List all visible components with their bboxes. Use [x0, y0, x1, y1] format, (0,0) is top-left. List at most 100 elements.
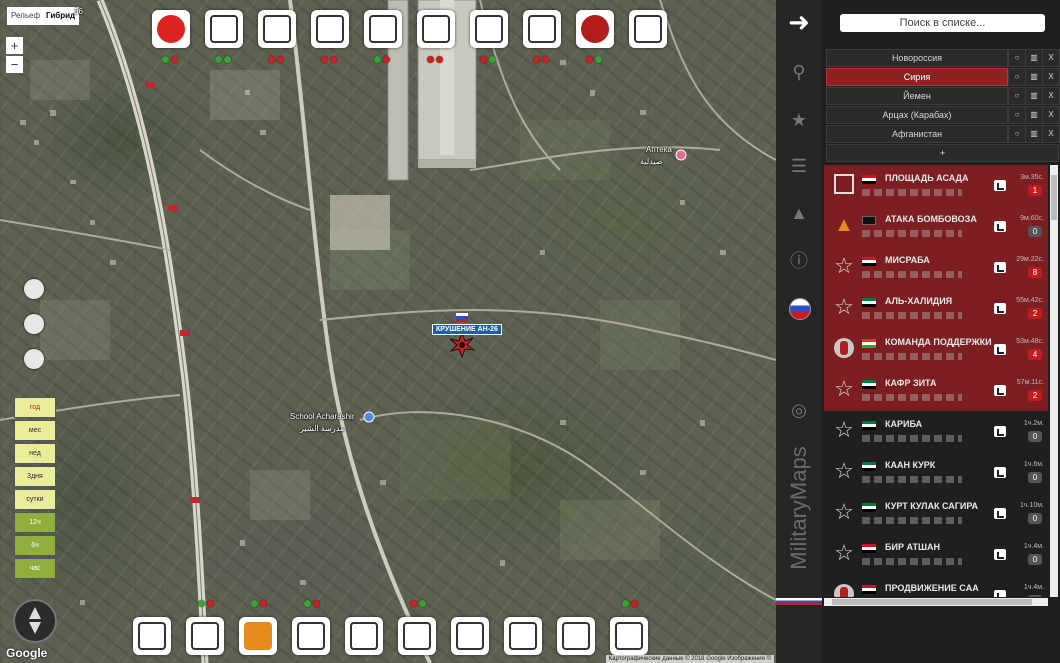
event-list-hscrollbar[interactable]	[824, 598, 1048, 606]
region-2[interactable]: Йемен	[826, 87, 1008, 105]
time-filter-3[interactable]: 3дня	[14, 466, 56, 487]
map-type-relief[interactable]: Рельеф	[7, 7, 45, 25]
corner-number: 36	[74, 7, 83, 16]
event-row[interactable]: ☆ КАРИБА 1ч.2м. 0	[824, 411, 1048, 452]
open-event-icon[interactable]	[994, 590, 1006, 597]
paratrooper-icon[interactable]	[364, 10, 402, 48]
rocket-launcher-icon[interactable]	[258, 10, 296, 48]
region-1[interactable]: Сирия	[826, 68, 1008, 86]
star-icon[interactable]	[186, 617, 224, 655]
arrow-right-icon[interactable]: ➜	[787, 9, 811, 35]
region-menu-button[interactable]: ▥	[1025, 87, 1043, 105]
warning-icon[interactable]	[610, 617, 648, 655]
region-remove-button[interactable]: X	[1042, 68, 1060, 86]
time-filter-7[interactable]: час	[14, 558, 56, 579]
russia-flag-icon[interactable]	[787, 296, 811, 320]
helicopter-icon[interactable]	[417, 10, 455, 48]
region-0[interactable]: Новороссия	[826, 49, 1008, 67]
open-event-icon[interactable]	[994, 180, 1006, 191]
region-remove-button[interactable]: X	[1042, 125, 1060, 143]
region-menu-button[interactable]: ▥	[1025, 106, 1043, 124]
event-row[interactable]: ☆ БИР АТШАН 1ч.4м. 0	[824, 534, 1048, 575]
mlrs-icon[interactable]	[523, 10, 561, 48]
info-icon[interactable]: ⓘ	[787, 249, 811, 273]
artillery-icon[interactable]	[311, 10, 349, 48]
explosion-icon[interactable]	[239, 617, 277, 655]
ruler-icon[interactable]	[398, 617, 436, 655]
field-patches	[30, 60, 680, 560]
frontline-icon[interactable]	[133, 617, 171, 655]
event-row[interactable]: ☆ МИСРАБА 29м.22с. 8	[824, 247, 1048, 288]
search-input[interactable]: Поиск в списке...	[840, 14, 1045, 32]
satellite-map[interactable]: Рельеф Гибрид 36 + − год мес нед 3дня сутки 1…	[0, 0, 776, 663]
biohazard-icon[interactable]	[504, 617, 542, 655]
region-visibility-toggle[interactable]: ○	[1008, 68, 1026, 86]
geolocate-icon[interactable]	[24, 279, 44, 299]
route-icon[interactable]	[292, 617, 330, 655]
region-menu-button[interactable]: ▥	[1025, 68, 1043, 86]
zoom-in-button[interactable]: +	[6, 37, 23, 54]
event-meta-icons	[862, 558, 962, 565]
hscrollbar-thumb[interactable]	[832, 599, 1032, 605]
medical-cross-icon[interactable]	[557, 617, 595, 655]
region-visibility-toggle[interactable]: ○	[1008, 125, 1026, 143]
settings-icon[interactable]	[24, 349, 44, 369]
event-row[interactable]: ☆ КАФР ЗИТА 57м.11с. 2	[824, 370, 1048, 411]
region-visibility-toggle[interactable]: ○	[1008, 87, 1026, 105]
time-filter-1[interactable]: мес	[14, 420, 56, 441]
scrollbar-thumb[interactable]	[1051, 175, 1057, 220]
open-event-icon[interactable]	[994, 385, 1006, 396]
event-row[interactable]: ☆ КААН КУРК 1ч.6м. 0	[824, 452, 1048, 493]
map-attribution[interactable]: Картографические данные © 2018 Google Из…	[605, 655, 774, 663]
target-icon[interactable]: ◎	[787, 398, 811, 422]
open-event-icon[interactable]	[994, 426, 1006, 437]
open-event-icon[interactable]	[994, 344, 1006, 355]
open-event-icon[interactable]	[994, 221, 1006, 232]
region-remove-button[interactable]: X	[1042, 49, 1060, 67]
event-row[interactable]: ☆ АЛЬ-ХАЛИДИЯ 55м.42с. 2	[824, 288, 1048, 329]
region-remove-button[interactable]: X	[1042, 87, 1060, 105]
time-filter-0[interactable]: год	[14, 397, 56, 418]
warship-icon[interactable]	[629, 10, 667, 48]
compass-icon[interactable]: ▲	[787, 201, 811, 225]
event-row[interactable]: ПЛОЩАДЬ АСАДА 3м.35с. 1	[824, 165, 1048, 206]
time-filter-5[interactable]: 12ч	[14, 512, 56, 533]
region-visibility-toggle[interactable]: ○	[1008, 106, 1026, 124]
armored-car-icon[interactable]	[205, 10, 243, 48]
event-row[interactable]: ПРОДВИЖЕНИЕ СAA 1ч.4м. 0	[824, 575, 1048, 597]
text-icon[interactable]	[451, 617, 489, 655]
status-lights	[268, 56, 284, 63]
sound-icon[interactable]	[24, 314, 44, 334]
blood-splat-icon[interactable]	[152, 10, 190, 48]
region-menu-button[interactable]: ▥	[1025, 125, 1043, 143]
zoom-out-button[interactable]: −	[6, 56, 23, 73]
open-event-icon[interactable]	[994, 262, 1006, 273]
open-event-icon[interactable]	[994, 467, 1006, 478]
time-filter-6[interactable]: 6ч	[14, 535, 56, 556]
round-icon	[834, 584, 854, 597]
list-icon[interactable]: ☰	[787, 154, 811, 178]
triangle-network-icon[interactable]	[345, 617, 383, 655]
region-3[interactable]: Арцах (Карабах)	[826, 106, 1008, 124]
star-icon[interactable]: ★	[787, 108, 811, 132]
event-row[interactable]: АТАКА БОМБОВОЗА 9м.60с. 0	[824, 206, 1048, 247]
region-visibility-toggle[interactable]: ○	[1008, 49, 1026, 67]
region-remove-button[interactable]: X	[1042, 106, 1060, 124]
soldier-icon[interactable]	[576, 10, 614, 48]
comment-count-badge: 2	[1028, 308, 1042, 319]
compass-control[interactable]	[13, 599, 57, 643]
time-filter-2[interactable]: нед	[14, 443, 56, 464]
open-event-icon[interactable]	[994, 549, 1006, 560]
add-region-button[interactable]: +	[826, 144, 1059, 162]
open-event-icon[interactable]	[994, 303, 1006, 314]
region-4[interactable]: Афганистан	[826, 125, 1008, 143]
location-pin-icon[interactable]: ⚲	[787, 60, 811, 84]
crash-event-label[interactable]: КРУШЕНИЕ АН-26	[432, 324, 502, 335]
open-event-icon[interactable]	[994, 508, 1006, 519]
time-filter-4[interactable]: сутки	[14, 489, 56, 510]
event-row[interactable]: КОМАНДА ПОДДЕРЖКИ 53м.48с. 4	[824, 329, 1048, 370]
region-menu-button[interactable]: ▥	[1025, 49, 1043, 67]
event-list-scrollbar[interactable]	[1050, 165, 1058, 597]
tank-icon[interactable]	[470, 10, 508, 48]
event-row[interactable]: ☆ КУРТ КУЛАК САГИРА 1ч.10м. 0	[824, 493, 1048, 534]
